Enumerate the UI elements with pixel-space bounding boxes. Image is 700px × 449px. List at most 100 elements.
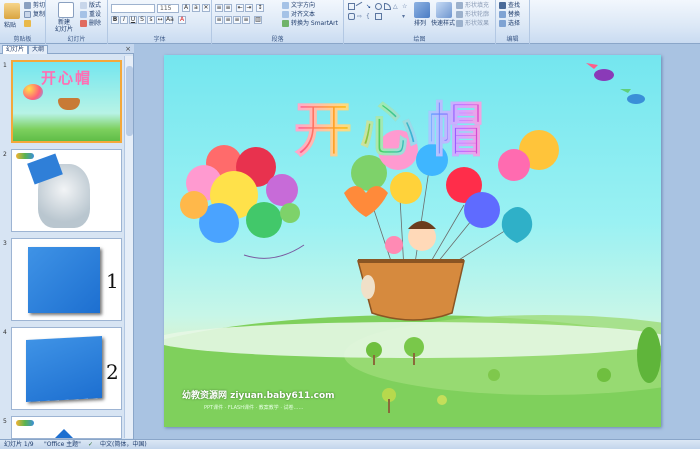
- increase-indent-button[interactable]: ⇥: [245, 4, 253, 12]
- tab-outline[interactable]: 大纲: [28, 45, 49, 54]
- bullets-button[interactable]: ≡: [215, 4, 223, 12]
- thumbnail-scrollbar[interactable]: [124, 56, 133, 438]
- italic-button[interactable]: I: [120, 16, 128, 24]
- arrange-button[interactable]: 排列: [414, 20, 426, 27]
- align-left-button[interactable]: ≡: [215, 16, 223, 24]
- justify-button[interactable]: ≡: [242, 16, 250, 24]
- scissors-icon: [24, 2, 31, 9]
- slide-title[interactable]: 开心帽: [293, 83, 492, 167]
- shape-rounded-icon[interactable]: [348, 13, 355, 20]
- align-center-button[interactable]: ≡: [224, 16, 232, 24]
- arrange-icon[interactable]: [414, 2, 430, 18]
- slide-thumbnail-2[interactable]: [11, 149, 122, 232]
- format-painter-button[interactable]: [24, 20, 33, 27]
- close-icon[interactable]: ×: [125, 45, 131, 53]
- current-slide[interactable]: 开心帽 幼教资源网 ziyuan.baby611.com PPT课件 · FLA…: [164, 55, 661, 427]
- shape-star-icon[interactable]: ☆: [402, 3, 409, 10]
- quick-styles-icon[interactable]: [436, 2, 452, 18]
- slide-editing-area: 开心帽 幼教资源网 ziyuan.baby611.com PPT课件 · FLA…: [135, 44, 700, 439]
- balloon-cluster-left: [180, 145, 305, 259]
- smartart-button[interactable]: 转换为 SmartArt: [282, 20, 338, 27]
- shape-rect-icon[interactable]: [348, 3, 355, 10]
- step-number: 2: [106, 360, 119, 384]
- slide-thumbnail-5[interactable]: [11, 416, 122, 439]
- shape-effects-button[interactable]: 形状效果: [456, 20, 489, 27]
- outline-pen-icon: [456, 11, 463, 18]
- grow-font-button[interactable]: A: [182, 4, 190, 12]
- case-button[interactable]: Aa: [165, 16, 174, 24]
- shape-fill-button[interactable]: 形状填充: [456, 2, 489, 9]
- shape-oval-icon[interactable]: [375, 3, 382, 10]
- scrollbar-thumb[interactable]: [126, 66, 133, 136]
- new-slide-icon[interactable]: [58, 2, 74, 18]
- clipboard-group-label: 剪贴板: [13, 36, 32, 43]
- align-text-label: 对齐文本: [291, 11, 316, 18]
- binoculars-icon: [499, 2, 506, 9]
- quick-styles-button[interactable]: 快速样式: [431, 20, 455, 27]
- find-button[interactable]: 查找: [499, 2, 520, 9]
- shape-outline-label: 形状轮廓: [465, 11, 490, 18]
- shape-line-icon[interactable]: [355, 1, 366, 12]
- shape-arrow-icon[interactable]: ↘: [366, 3, 373, 10]
- theme-name: "Office 主题": [44, 441, 81, 448]
- shape-curve-icon[interactable]: [384, 3, 391, 10]
- strikethrough-button[interactable]: S: [138, 16, 146, 24]
- shape-callout-icon[interactable]: [375, 13, 382, 20]
- reset-button[interactable]: 重设: [80, 11, 101, 18]
- line-spacing-button[interactable]: ↕: [256, 4, 264, 12]
- new-slide-button-line2[interactable]: 幻灯片: [55, 26, 73, 33]
- reset-label: 重设: [89, 11, 102, 18]
- decrease-indent-button[interactable]: ⇤: [236, 4, 244, 12]
- underline-button[interactable]: U: [129, 16, 137, 24]
- layout-label: 版式: [89, 2, 102, 9]
- clear-format-button[interactable]: ✕: [202, 4, 210, 12]
- align-right-button[interactable]: ≡: [233, 16, 241, 24]
- thumbnail-number: 2: [3, 151, 7, 158]
- font-name-combo[interactable]: [111, 4, 155, 13]
- slide-thumbnail-4[interactable]: 2: [11, 327, 122, 410]
- thumbnail-number: 4: [3, 329, 7, 336]
- slides-group-label: 幻灯片: [67, 36, 86, 43]
- shadow-button[interactable]: s: [147, 16, 155, 24]
- align-text-icon: [282, 11, 289, 18]
- slide-thumbnail-1[interactable]: 开心帽: [11, 60, 122, 143]
- font-size-combo[interactable]: 115: [157, 4, 179, 13]
- paste-button[interactable]: 粘贴: [4, 22, 16, 29]
- replace-button[interactable]: 替换: [499, 11, 520, 18]
- shape-arrow2-icon[interactable]: ⇨: [357, 13, 364, 20]
- numbering-button[interactable]: ≡: [224, 4, 232, 12]
- language-indicator[interactable]: 中文(简体，中国): [100, 440, 147, 449]
- clipboard-group: 粘贴 剪切 复制 剪贴板: [0, 0, 46, 44]
- thumbnail-title: 开心帽: [41, 69, 93, 87]
- smartart-icon: [282, 20, 289, 27]
- new-slide-button[interactable]: 新建: [58, 19, 70, 26]
- shrink-font-button[interactable]: a: [192, 4, 200, 12]
- font-color-button[interactable]: A: [178, 16, 186, 24]
- logo-mark: [16, 420, 34, 426]
- copy-label: 复制: [33, 11, 46, 18]
- layout-button[interactable]: 版式: [80, 2, 101, 9]
- cut-button[interactable]: 剪切: [24, 2, 45, 9]
- delete-icon: [80, 20, 87, 27]
- select-button[interactable]: 选择: [499, 20, 520, 27]
- columns-button[interactable]: ▥: [254, 16, 262, 24]
- thumbnail-number: 1: [3, 62, 7, 69]
- shape-triangle-icon[interactable]: △: [393, 3, 400, 10]
- delete-button[interactable]: 删除: [80, 20, 101, 27]
- folded-square-image: [26, 336, 102, 402]
- shape-more-icon[interactable]: ▾: [402, 13, 409, 20]
- text-direction-icon: [282, 2, 289, 9]
- text-direction-button[interactable]: 文字方向: [282, 2, 315, 9]
- bold-button[interactable]: B: [111, 16, 119, 24]
- balloon-cluster-image: [23, 84, 43, 100]
- shape-outline-button[interactable]: 形状轮廓: [456, 11, 489, 18]
- copy-button[interactable]: 复制: [24, 11, 45, 18]
- shape-brace-icon[interactable]: {: [366, 13, 373, 20]
- slide-thumbnail-3[interactable]: 1: [11, 238, 122, 321]
- paste-icon[interactable]: [4, 3, 20, 19]
- align-text-button[interactable]: 对齐文本: [282, 11, 315, 18]
- tab-slides[interactable]: 幻灯片: [2, 45, 29, 54]
- spacing-button[interactable]: ↔: [156, 16, 164, 24]
- spelling-check-icon[interactable]: ✓: [88, 440, 93, 449]
- paragraph-group: ≡ ≡ ⇤ ⇥ ↕ ≡ ≡ ≡ ≡ ▥ 文字方向 对齐文本 转换为 SmartA…: [212, 0, 344, 44]
